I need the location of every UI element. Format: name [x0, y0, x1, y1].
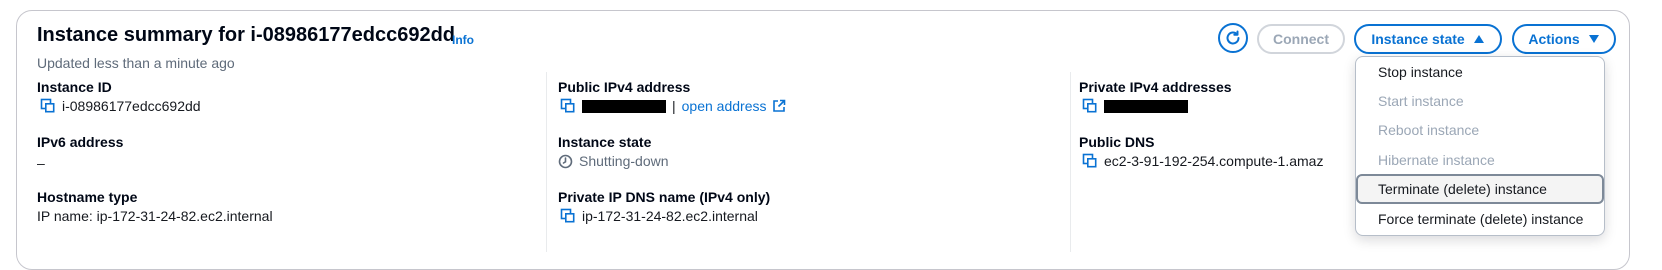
instance-id-value-row: i-08986177edcc692dd — [40, 98, 201, 114]
info-link[interactable]: Info — [452, 33, 474, 47]
instance-state-button-label: Instance state — [1371, 31, 1465, 47]
actions-button-label: Actions — [1528, 31, 1580, 47]
copy-icon[interactable] — [40, 98, 56, 114]
clock-icon — [558, 154, 573, 168]
public-dns-label: Public DNS — [1079, 134, 1155, 150]
hostname-type-value: IP name: ip-172-31-24-82.ec2.internal — [37, 208, 273, 224]
column-divider — [546, 72, 547, 252]
copy-icon[interactable] — [560, 98, 576, 114]
menu-item-reboot-instance: Reboot instance — [1378, 122, 1480, 138]
menu-item-terminate-instance[interactable]: Terminate (delete) instance — [1356, 174, 1604, 204]
actions-button[interactable]: Actions — [1512, 24, 1616, 54]
copy-icon[interactable] — [560, 208, 576, 224]
instance-state-value: Shutting-down — [579, 153, 669, 169]
private-dns-label: Private IP DNS name (IPv4 only) — [558, 189, 771, 205]
page-title: Instance summary for i-08986177edcc692dd — [37, 24, 455, 46]
updated-status: Updated less than a minute ago — [37, 55, 235, 71]
connect-button[interactable]: Connect — [1257, 24, 1345, 54]
copy-icon[interactable] — [1082, 98, 1098, 114]
private-ipv4-value-row — [1082, 98, 1188, 114]
public-dns-value-row: ec2-3-91-192-254.compute-1.amaz — [1082, 153, 1323, 169]
public-ipv4-value-row: | open address — [560, 98, 786, 114]
instance-state-label: Instance state — [558, 134, 652, 150]
public-ipv4-label: Public IPv4 address — [558, 79, 691, 95]
ipv6-value: – — [37, 155, 45, 171]
private-dns-value-row: ip-172-31-24-82.ec2.internal — [560, 208, 758, 224]
private-ipv4-label: Private IPv4 addresses — [1079, 79, 1232, 95]
public-ipv4-separator: | — [672, 98, 676, 114]
caret-down-icon — [1588, 35, 1599, 43]
instance-id-label: Instance ID — [37, 79, 112, 95]
refresh-icon — [1226, 30, 1240, 45]
external-link-icon[interactable] — [772, 99, 786, 113]
menu-item-force-terminate-instance[interactable]: Force terminate (delete) instance — [1356, 204, 1604, 234]
redacted-private-ip — [1104, 99, 1188, 113]
public-dns-value: ec2-3-91-192-254.compute-1.amaz — [1104, 153, 1324, 169]
caret-up-icon — [1473, 35, 1484, 43]
copy-icon[interactable] — [1082, 153, 1098, 169]
menu-item-start-instance: Start instance — [1378, 93, 1464, 109]
ipv6-label: IPv6 address — [37, 134, 124, 150]
column-divider — [1070, 72, 1071, 252]
open-address-link[interactable]: open address — [682, 98, 767, 114]
hostname-type-label: Hostname type — [37, 189, 138, 205]
menu-item-stop-instance[interactable]: Stop instance — [1356, 57, 1604, 87]
redacted-public-ip — [582, 99, 666, 113]
connect-button-label: Connect — [1273, 31, 1329, 47]
menu-item-hibernate-instance: Hibernate instance — [1378, 152, 1495, 168]
instance-state-value-row: Shutting-down — [558, 153, 669, 169]
instance-id-value: i-08986177edcc692dd — [62, 98, 201, 114]
instance-state-button[interactable]: Instance state — [1354, 24, 1502, 54]
private-dns-value: ip-172-31-24-82.ec2.internal — [582, 208, 758, 224]
instance-state-menu: Stop instance Start instance Reboot inst… — [1355, 56, 1605, 236]
refresh-button[interactable] — [1218, 23, 1248, 53]
